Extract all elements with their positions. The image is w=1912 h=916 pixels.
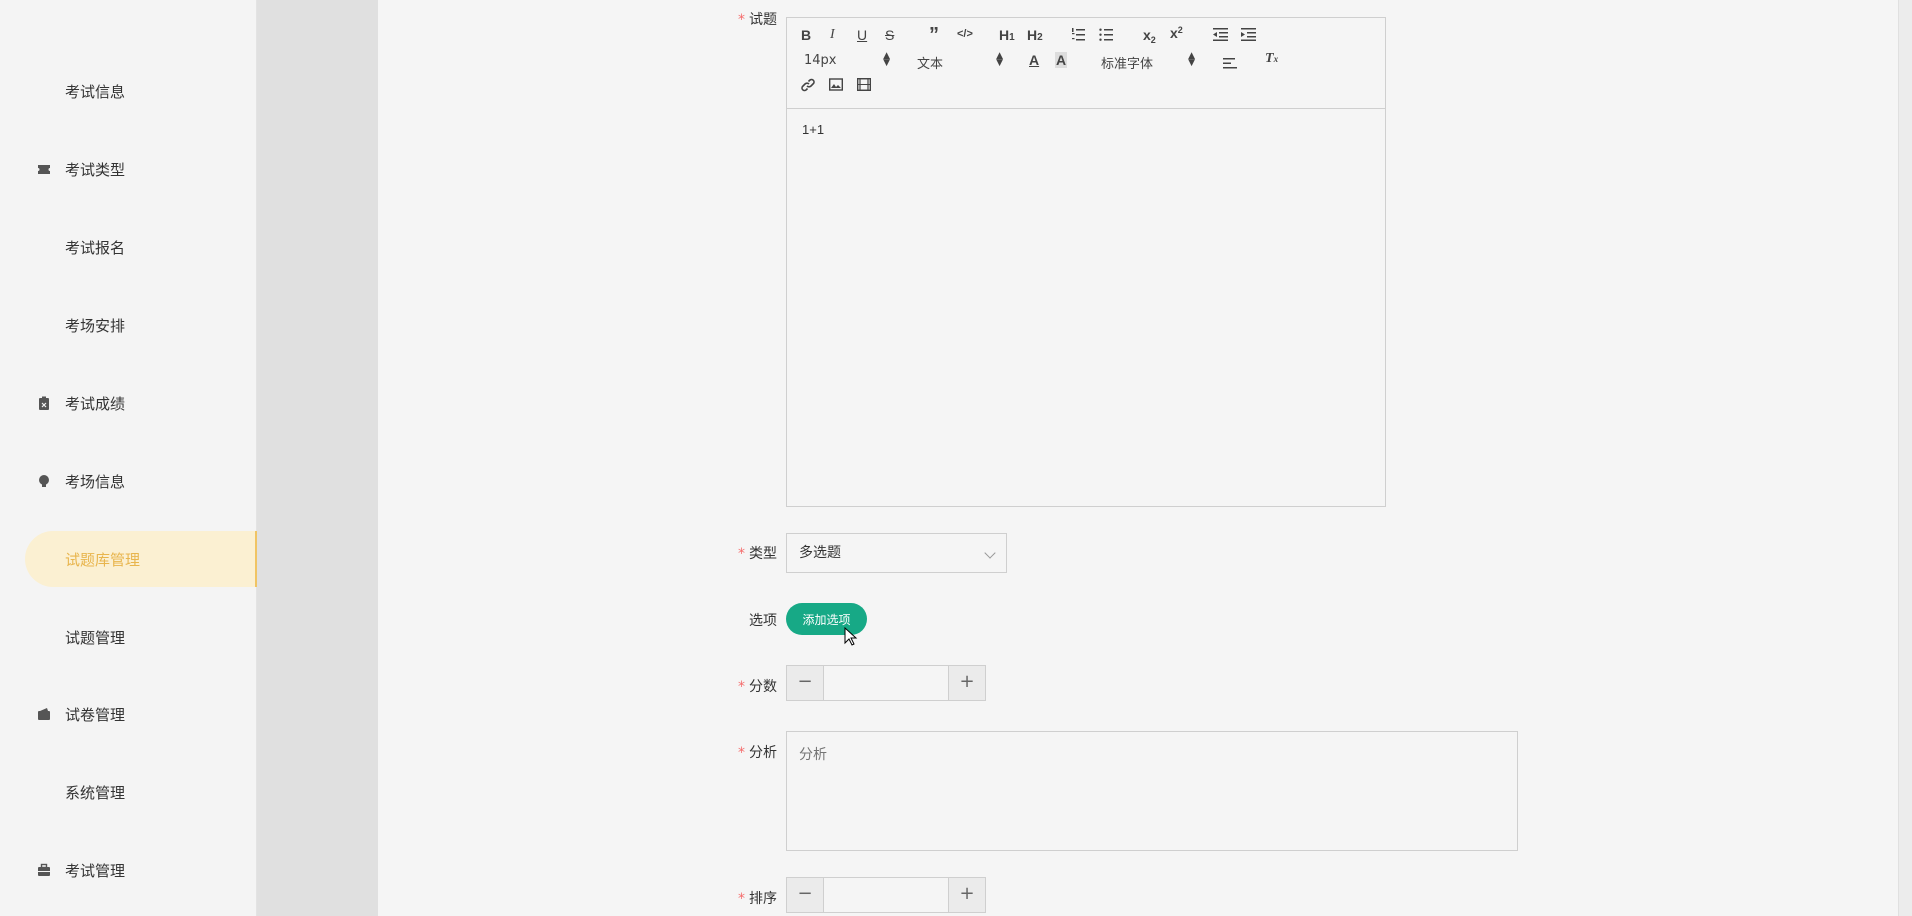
analysis-textarea[interactable] [786,731,1518,851]
score-label: * 分数 [738,679,777,695]
font-size-value: 14px [804,53,837,68]
sidebar-item-exam-type[interactable]: 考试类型 [25,141,257,197]
editor-text: 1+1 [802,122,825,137]
link-icon[interactable] [801,78,815,95]
select-arrows-icon: ▲ ▼ [996,51,1003,68]
sidebar-item-exam-scores[interactable]: 考试成绩 [25,375,257,431]
briefcase-icon [37,863,51,877]
sidebar-item-label: 考试类型 [65,160,126,179]
editor-toolbar: B I U S ” </> H1 H2 x2 x2 14px ▲ ▼ 文本 ▲ ▼ … [787,18,1385,109]
mouse-cursor-icon [844,627,858,646]
scrollbar-track[interactable] [1898,0,1912,916]
sidebar-item-label: 考场安排 [65,316,126,335]
text-style-value: 文本 [917,57,944,72]
sidebar: 考试信息 考试类型 考试报名 考场安排 考试成绩 考场信息 试题库管理 试题管理 [0,0,257,916]
sidebar-item-question-bank[interactable]: 试题库管理 [25,531,257,587]
content-gutter [257,0,378,916]
font-family-value: 标准字体 [1101,57,1154,72]
order-input[interactable] [824,878,952,914]
options-label: 选项 [749,613,777,629]
bullet-list-icon[interactable] [1099,28,1113,44]
code-block-icon[interactable]: </> [957,28,973,40]
select-arrows-icon: ▲ ▼ [1188,51,1195,68]
sidebar-item-label: 试卷管理 [65,705,126,724]
sidebar-item-label: 试题库管理 [65,550,141,569]
order-decrement-button[interactable]: − [787,878,824,912]
grid-icon [37,785,51,799]
score-decrement-button[interactable]: − [787,666,824,700]
sidebar-item-question-management[interactable]: 试题管理 [25,609,257,665]
ordered-list-icon[interactable] [1071,28,1085,44]
clear-format-icon[interactable]: Tx [1265,51,1278,67]
grid-icon [37,84,51,98]
font-size-select[interactable]: 14px ▲ ▼ [804,51,890,69]
grid-icon [37,630,51,644]
analysis-label: * 分析 [738,745,777,761]
video-icon[interactable] [856,77,872,94]
strikethrough-icon[interactable]: S [885,27,894,43]
score-stepper[interactable]: − + [786,665,986,702]
grid-icon [37,240,51,254]
ticket-icon [37,162,51,176]
sidebar-item-exam-info[interactable]: 考试信息 [25,63,257,119]
sidebar-item-paper-management[interactable]: 试卷管理 [25,686,257,742]
heading2-icon[interactable]: H2 [1027,27,1043,43]
chevron-down-icon [984,547,996,559]
score-increment-button[interactable]: + [948,666,985,700]
heading1-icon[interactable]: H1 [999,27,1015,43]
sidebar-item-exam-registration[interactable]: 考试报名 [25,219,257,275]
grid-icon [37,318,51,332]
editor-content[interactable]: 1+1 [787,109,1385,150]
sidebar-item-label: 考试报名 [65,238,126,257]
align-left-icon[interactable] [1223,56,1237,72]
type-select-value: 多选题 [799,545,841,561]
outdent-icon[interactable] [1213,28,1228,44]
text-style-select[interactable]: 文本 ▲ ▼ [917,51,1003,73]
sidebar-item-exam-management[interactable]: 考试管理 [25,842,257,898]
order-increment-button[interactable]: + [948,878,985,912]
background-color-icon[interactable]: A [1055,52,1068,68]
sidebar-item-exam-room-info[interactable]: 考场信息 [25,453,257,509]
type-label: * 类型 [738,546,777,562]
sidebar-item-label: 试题管理 [65,628,126,647]
order-stepper[interactable]: − + [786,877,986,914]
sidebar-item-label: 考试信息 [65,82,126,101]
indent-icon[interactable] [1241,28,1256,44]
bold-icon[interactable]: B [801,27,811,43]
select-arrows-icon: ▲ ▼ [883,51,890,68]
subscript-icon[interactable]: x2 [1143,27,1156,45]
rich-text-editor[interactable]: B I U S ” </> H1 H2 x2 x2 14px ▲ ▼ 文本 ▲ ▼ … [786,17,1386,507]
order-label: * 排序 [738,891,777,907]
font-family-select[interactable]: 标准字体 ▲ ▼ [1101,51,1195,73]
sidebar-item-label: 考场信息 [65,472,126,491]
clipboard-x-icon [37,396,51,410]
wallet-icon [37,707,51,721]
bulb-icon [37,474,51,488]
font-color-icon[interactable]: A [1029,52,1039,68]
sidebar-item-label: 系统管理 [65,783,126,802]
sidebar-item-exam-room-arrangement[interactable]: 考场安排 [25,297,257,353]
underline-icon[interactable]: U [857,27,867,43]
question-label: * 试题 [738,12,777,28]
score-input[interactable] [824,666,952,702]
sidebar-item-label: 考试成绩 [65,394,126,413]
blockquote-icon[interactable]: ” [929,24,939,47]
grid-icon [37,552,51,566]
sidebar-item-system-management[interactable]: 系统管理 [25,764,257,820]
image-icon[interactable] [828,78,844,94]
sidebar-item-label: 考试管理 [65,861,126,880]
superscript-icon[interactable]: x2 [1170,25,1183,41]
italic-icon[interactable]: I [830,27,835,43]
type-select[interactable]: 多选题 [786,533,1007,573]
